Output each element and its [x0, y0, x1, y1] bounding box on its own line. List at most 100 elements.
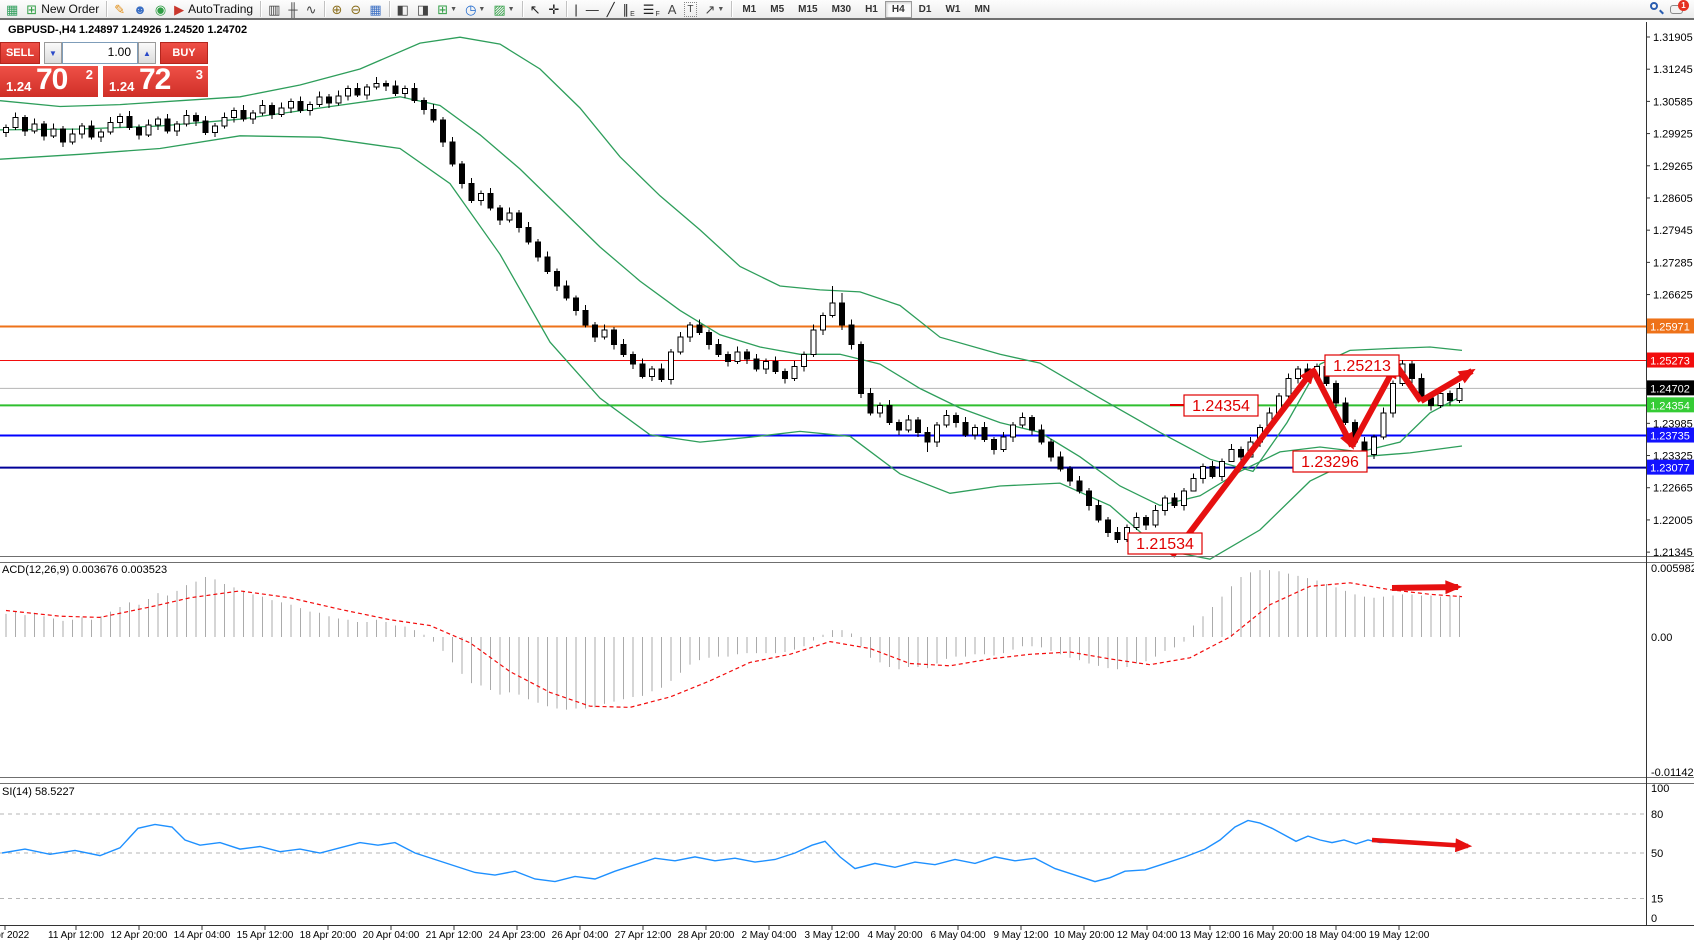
equidistant-channel-icon[interactable]: ∥E [619, 0, 639, 18]
timeframe-M30[interactable]: M30 [825, 1, 858, 18]
bear-candle [631, 354, 636, 364]
price-tick-label: 1.30585 [1653, 96, 1693, 108]
bar-chart-icon: ▥ [268, 3, 280, 16]
bear-candle [517, 213, 522, 228]
line-chart-icon[interactable]: ∿ [302, 0, 321, 18]
equidistant-channel-icon: ∥ [623, 3, 630, 16]
styles-icon[interactable]: ✎ [110, 0, 129, 18]
bear-candle [1106, 520, 1111, 532]
tile-windows-icon[interactable]: ▦ [365, 0, 385, 18]
bear-candle [241, 110, 246, 119]
time-tick-label: 20 Apr 04:00 [363, 930, 420, 940]
period-icon[interactable]: ◷▼ [461, 0, 489, 18]
volume-down-button[interactable]: ▼ [44, 42, 62, 64]
data-window-icon[interactable]: ◧ [393, 0, 413, 18]
sell-button[interactable]: SELL [0, 42, 40, 64]
one-click-trading-panel: SELL ▼ 1.00 ▲ BUY 1.24 70 2 1.24 72 3 [0, 42, 210, 97]
bear-candle [1096, 506, 1101, 521]
timeframe-M5[interactable]: M5 [763, 1, 791, 18]
price-level-badge-text: 1.24354 [1650, 400, 1690, 412]
bear-candle [745, 352, 750, 359]
bull-candle [688, 325, 693, 337]
period-icon: ◷ [465, 3, 476, 16]
bull-candle [735, 352, 740, 362]
timeframe-H1[interactable]: H1 [858, 1, 885, 18]
volume-up-button[interactable]: ▲ [138, 42, 156, 64]
bear-candle [954, 415, 959, 422]
bull-candle [878, 406, 883, 413]
trendline-icon[interactable]: ╱ [603, 0, 619, 18]
autotrading-button[interactable]: ▶AutoTrading [170, 0, 257, 18]
add-indicator-icon[interactable]: ⊞▼ [433, 0, 461, 18]
annotation-label-text: 1.24354 [1192, 398, 1250, 415]
period-icon-dropdown[interactable]: ▼ [478, 6, 485, 13]
bear-candle [422, 101, 427, 110]
volume-input[interactable]: 1.00 [62, 42, 138, 64]
bull-candle [507, 213, 512, 220]
cursor-icon[interactable]: ↖ [526, 0, 545, 18]
bear-candle [583, 310, 588, 325]
arrows-icon[interactable]: ↗▼ [701, 0, 729, 18]
add-indicator-icon-dropdown[interactable]: ▼ [450, 6, 457, 13]
trendline-icon: ╱ [607, 3, 615, 16]
notifications-icon[interactable]: 1 [1670, 3, 1686, 16]
candlestick-chart-icon[interactable]: ╫ [284, 0, 301, 18]
timeframe-D1[interactable]: D1 [912, 1, 939, 18]
chart-canvas[interactable]: 1.252131.243541.232961.215341.319051.312… [0, 20, 1694, 940]
arrows-icon-dropdown[interactable]: ▼ [717, 6, 724, 13]
buy-button[interactable]: BUY [160, 42, 208, 64]
timeframe-M15[interactable]: M15 [791, 1, 824, 18]
profile-icon[interactable]: ☻ [129, 0, 151, 18]
chart-mini-icon[interactable]: ▦ [2, 0, 22, 18]
chart-background[interactable] [0, 20, 1694, 940]
bear-candle [564, 286, 569, 298]
bear-candle [384, 84, 389, 86]
sell-price-display[interactable]: 1.24 70 2 [0, 66, 98, 97]
styles-icon: ✎ [114, 3, 125, 16]
bull-candle [1457, 388, 1462, 400]
horizontal-line-icon[interactable]: — [582, 0, 603, 18]
bear-candle [526, 227, 531, 242]
bull-candle [802, 354, 807, 366]
timeframe-W1[interactable]: W1 [938, 1, 967, 18]
fibonacci-icon[interactable]: ☰F [639, 0, 664, 18]
bull-candle [1163, 498, 1168, 510]
bull-candle [973, 427, 978, 434]
buy-price-display[interactable]: 1.24 72 3 [103, 66, 208, 97]
crosshair-icon[interactable]: ✛ [544, 0, 563, 18]
cursor-icon: ↖ [530, 3, 541, 16]
bull-candle [1286, 379, 1291, 396]
bar-chart-icon[interactable]: ▥ [264, 0, 284, 18]
text-icon[interactable]: A [664, 0, 681, 18]
buy-price-base: 1.24 [109, 79, 134, 94]
bull-candle [1201, 467, 1206, 479]
time-tick-label: 8 Apr 2022 [0, 930, 30, 940]
search-icon[interactable] [1650, 2, 1664, 16]
time-tick-label: 24 Apr 23:00 [489, 930, 546, 940]
line-chart-icon: ∿ [306, 3, 317, 16]
timeframe-MN[interactable]: MN [967, 1, 997, 18]
new-order-button[interactable]: ⊞New Order [22, 0, 103, 18]
time-tick-label: 6 May 04:00 [930, 930, 985, 940]
template-icon-dropdown[interactable]: ▼ [508, 6, 515, 13]
template-icon[interactable]: ▨▼ [489, 0, 518, 18]
timeframe-M1[interactable]: M1 [735, 1, 763, 18]
alerts-icon[interactable]: ◉ [151, 0, 170, 18]
time-tick-label: 18 Apr 20:00 [300, 930, 357, 940]
bear-candle [498, 208, 503, 220]
bull-candle [602, 330, 607, 337]
timeframe-H4[interactable]: H4 [885, 1, 912, 18]
vertical-line-icon[interactable]: | [570, 0, 581, 18]
zoom-out-icon[interactable]: ⊖ [346, 0, 365, 18]
bull-candle [51, 129, 56, 136]
price-tick-label: 1.22005 [1653, 515, 1693, 527]
fibonacci-icon: ☰ [643, 3, 655, 16]
autotrading-button: ▶ [174, 3, 184, 16]
bear-candle [89, 126, 94, 137]
text-label-icon[interactable]: T [680, 0, 700, 18]
zoom-in-icon[interactable]: ⊕ [328, 0, 347, 18]
bull-candle [1001, 437, 1006, 449]
bear-candle [61, 129, 66, 142]
bear-candle [612, 330, 617, 345]
navigator-icon[interactable]: ◨ [413, 0, 433, 18]
